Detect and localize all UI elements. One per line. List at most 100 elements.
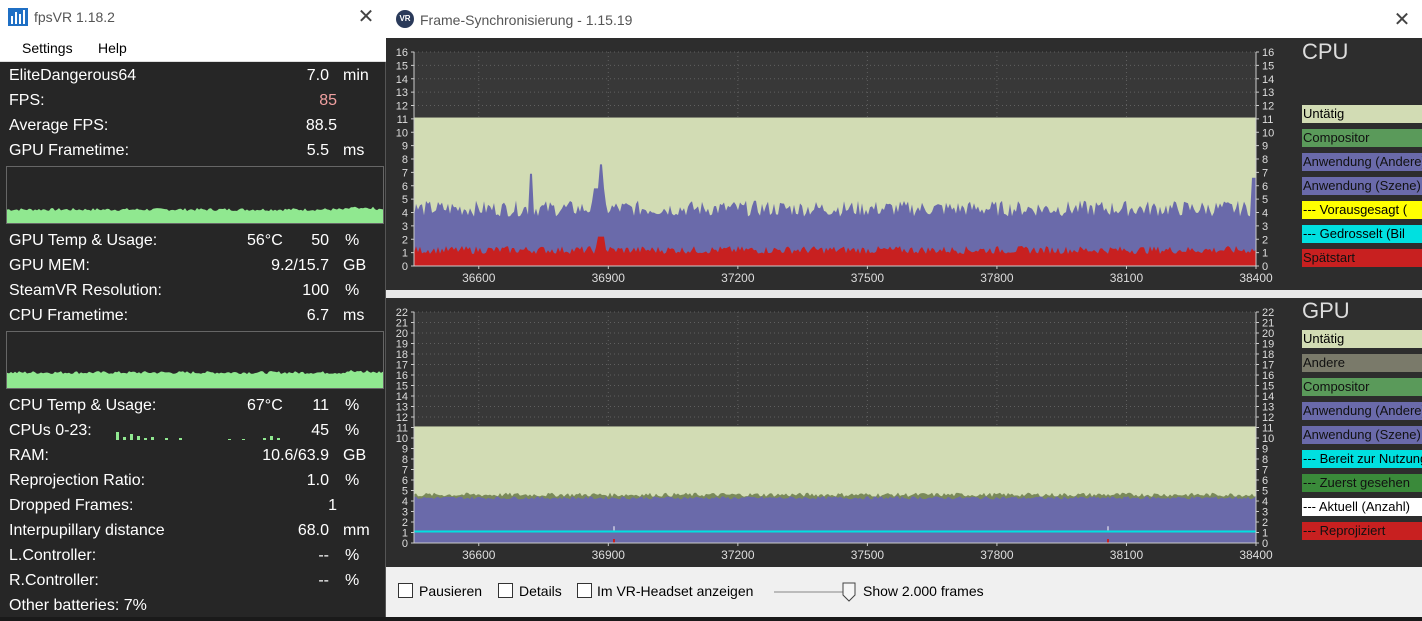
frame-sync-close-icon[interactable]: ✕ [1388, 6, 1416, 34]
legend-item: --- Bereit zur Nutzung [1302, 450, 1422, 468]
y-tick-label: 12 [396, 101, 408, 113]
stat-label: Interpupillary distance [9, 522, 165, 539]
y-tick-label: 16 [1262, 370, 1274, 382]
menu-settings[interactable]: Settings [22, 40, 73, 56]
stat-row: Average FPS: 88.5 [9, 117, 379, 141]
stat-value: 10.6/63.9 [262, 447, 329, 464]
x-tick-label: 37500 [851, 271, 885, 285]
y-tick-label: 19 [396, 339, 408, 351]
x-tick-label: 37800 [980, 548, 1014, 562]
y-tick-label: 2 [402, 234, 408, 246]
headset-checkbox[interactable] [577, 583, 592, 598]
stat-label: Dropped Frames: [9, 497, 134, 514]
y-tick-label: 15 [1262, 381, 1274, 393]
fpsvr-title-bar: fpsVR 1.18.2 ✕ [0, 0, 386, 34]
stat-label: L.Controller: [9, 547, 97, 564]
stat-usage: 50 [311, 232, 329, 249]
legend-item: Anwendung (Andere) [1302, 402, 1422, 420]
x-tick-label: 38400 [1239, 548, 1273, 562]
stat-label: CPU Frametime: [9, 307, 129, 324]
y-tick-label: 13 [1262, 402, 1274, 414]
headset-label: Im VR-Headset anzeigen [597, 583, 754, 599]
cpu-core-bar [263, 438, 266, 440]
y-tick-label: 18 [396, 349, 408, 361]
y-tick-label: 15 [396, 381, 408, 393]
stat-unit: % [345, 547, 360, 564]
stat-row: Interpupillary distance 68.0 mm [9, 522, 379, 546]
y-tick-label: 10 [396, 433, 408, 445]
legend-item: --- Vorausgesagt ( [1302, 201, 1422, 219]
y-tick-label: 5 [402, 194, 408, 206]
panel-divider[interactable] [386, 290, 1422, 298]
y-tick-label: 6 [402, 181, 408, 193]
stat-label: Average FPS: [9, 117, 109, 134]
y-tick-label: 13 [396, 87, 408, 99]
y-tick-label: 1 [402, 248, 408, 260]
y-tick-label: 7 [402, 465, 408, 477]
y-tick-label: 11 [397, 423, 408, 435]
y-tick-label: 2 [1262, 517, 1268, 529]
y-tick-label: 1 [402, 528, 408, 540]
y-tick-label: 14 [1262, 391, 1274, 403]
pause-checkbox[interactable] [398, 583, 413, 598]
x-tick-label: 38100 [1110, 271, 1144, 285]
stat-label: FPS: [9, 92, 45, 109]
app-scene-area [414, 496, 1256, 543]
cpu-panel-title: CPU [1302, 39, 1349, 64]
y-tick-label: 1 [1262, 528, 1268, 540]
gpu-frametime-graph [6, 166, 384, 224]
stat-row: CPU Frametime: 6.7 ms [9, 307, 379, 331]
frames-label: Show 2.000 frames [863, 583, 984, 599]
gpu-panel-title: GPU [1302, 298, 1350, 323]
y-tick-label: 3 [402, 507, 408, 519]
fpsvr-window: fpsVR 1.18.2 ✕ Settings Help EliteDanger… [0, 0, 386, 617]
x-tick-label: 37200 [721, 271, 755, 285]
stat-row: Reprojection Ratio: 1.0% [9, 472, 379, 496]
y-tick-label: 16 [396, 370, 408, 382]
menu-help[interactable]: Help [98, 40, 127, 56]
y-tick-label: 19 [1262, 339, 1274, 351]
frametime-area [7, 370, 383, 388]
stat-value: 5.5 [306, 142, 329, 159]
stat-row: RAM: 10.6/63.9 GB [9, 447, 379, 471]
y-tick-label: 4 [1262, 208, 1268, 220]
stat-unit: % [345, 282, 360, 299]
stat-unit: min [343, 67, 369, 84]
y-tick-label: 2 [1262, 234, 1268, 246]
stat-value: 1 [328, 497, 337, 514]
stat-unit: ms [343, 307, 365, 324]
stat-label: Other batteries: 7% [9, 597, 147, 614]
x-tick-label: 38100 [1110, 548, 1144, 562]
y-tick-label: 8 [402, 154, 408, 166]
legend-item: Anwendung (Andere) [1302, 153, 1422, 171]
y-tick-label: 21 [396, 318, 408, 330]
stat-unit: % [345, 232, 360, 249]
stat-value: 85 [319, 92, 337, 109]
y-tick-label: 11 [1262, 423, 1273, 435]
stat-row: SteamVR Resolution: 100% [9, 282, 379, 306]
details-checkbox[interactable] [498, 583, 513, 598]
y-tick-label: 10 [1262, 433, 1274, 445]
stat-label: R.Controller: [9, 572, 99, 589]
cpu-timing-chart: 0 01 12 23 34 45 56 67 78 89 910 1011 1112 1213 1314 14… [396, 47, 1275, 285]
legend-item: Anwendung (Szene) [1302, 426, 1422, 444]
stat-unit: GB [343, 447, 367, 464]
y-tick-label: 0 [402, 538, 408, 550]
stat-row: FPS: 85 [9, 92, 379, 116]
cpu-core-bar [144, 438, 147, 440]
frames-slider-thumb[interactable] [842, 582, 856, 602]
x-tick-label: 36600 [462, 548, 496, 562]
cpu-core-bar [179, 438, 182, 440]
fpsvr-close-icon[interactable]: ✕ [352, 3, 380, 31]
stat-row: R.Controller: --% [9, 572, 379, 596]
stat-label: RAM: [9, 447, 49, 464]
stat-label: GPU Frametime: [9, 142, 130, 159]
stat-row: GPU MEM: 9.2/15.7 GB [9, 257, 379, 281]
y-tick-label: 8 [1262, 454, 1268, 466]
stat-unit: mm [343, 522, 370, 539]
y-tick-label: 5 [1262, 486, 1268, 498]
stat-value: 6.7 [306, 307, 329, 324]
x-tick-label: 37200 [721, 548, 755, 562]
y-tick-label: 5 [402, 486, 408, 498]
y-tick-label: 15 [396, 60, 408, 72]
